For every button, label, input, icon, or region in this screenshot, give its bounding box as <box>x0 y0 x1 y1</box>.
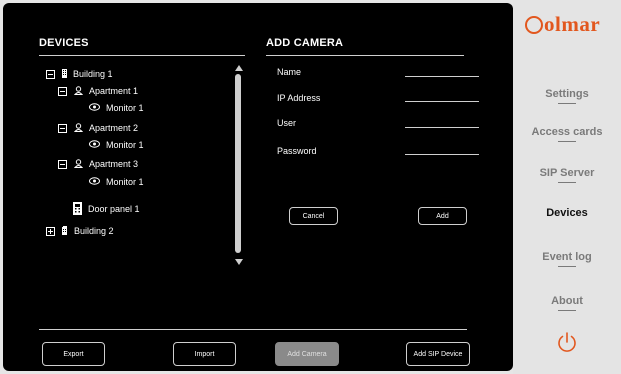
menu-underline <box>558 310 576 311</box>
collapse-icon[interactable] <box>46 69 55 79</box>
name-field[interactable] <box>405 62 479 77</box>
apartment-icon <box>73 158 84 170</box>
password-field[interactable] <box>405 140 479 155</box>
tree-item-monitor-1[interactable]: Monitor 1 <box>89 101 144 115</box>
export-button[interactable]: Export <box>42 342 105 366</box>
menu-underline <box>558 266 576 267</box>
menu-underline <box>558 182 576 183</box>
tree-item-label: Apartment 3 <box>89 159 139 169</box>
add-button[interactable]: Add <box>418 207 467 225</box>
tree-item-apartment-3[interactable]: Apartment 3 <box>58 157 138 171</box>
expand-icon[interactable] <box>46 226 55 236</box>
ip-address-field[interactable] <box>405 87 479 102</box>
add-sip-device-button[interactable]: Add SIP Device <box>406 342 470 366</box>
logo-text: olmar <box>544 11 601 36</box>
tree-item-label: Monitor 1 <box>106 140 144 150</box>
tree-item-label: Door panel 1 <box>88 204 140 214</box>
ip-address-label: IP Address <box>277 93 321 103</box>
menu-item-label: SIP Server <box>539 167 595 179</box>
menu-item-label: Access cards <box>531 126 603 138</box>
menu-item-devices[interactable]: Devices <box>513 207 621 219</box>
menu-item-label: About <box>551 295 583 307</box>
tree-item-label: Building 1 <box>73 69 113 79</box>
tree-item-label: Building 2 <box>74 226 114 236</box>
tree-item-monitor-1[interactable]: Monitor 1 <box>89 175 144 189</box>
main-panel: DEVICES Building 1 Apartment 1 Monitor 1… <box>3 3 513 371</box>
cancel-button[interactable]: Cancel <box>289 207 338 225</box>
add-camera-divider <box>266 55 464 56</box>
tree-item-door-panel-1[interactable]: Door panel 1 <box>73 201 140 217</box>
logo-g-icon <box>525 16 543 34</box>
side-menu: olmar Settings Access cards SIP Server D… <box>513 0 621 374</box>
collapse-icon[interactable] <box>58 159 67 169</box>
apartment-icon <box>73 122 84 134</box>
scroll-up-icon[interactable] <box>235 65 243 71</box>
monitor-icon <box>89 177 100 187</box>
tree-item-label: Monitor 1 <box>106 103 144 113</box>
power-icon[interactable] <box>555 330 579 354</box>
scroll-down-icon[interactable] <box>235 259 243 265</box>
menu-item-access-cards[interactable]: Access cards <box>513 126 621 142</box>
devices-title: DEVICES <box>39 37 89 49</box>
footer-divider <box>39 329 467 330</box>
menu-item-label: Event log <box>542 251 592 263</box>
tree-item-label: Apartment 1 <box>89 86 139 96</box>
building-icon <box>62 225 68 237</box>
tree-item-building-1[interactable]: Building 1 <box>46 67 113 81</box>
tree-item-building-2[interactable]: Building 2 <box>46 224 114 238</box>
tree-item-apartment-1[interactable]: Apartment 1 <box>58 84 138 98</box>
collapse-icon[interactable] <box>58 86 67 96</box>
scroll-thumb[interactable] <box>235 74 241 253</box>
menu-item-sip-server[interactable]: SIP Server <box>513 167 621 183</box>
menu-underline <box>558 141 576 142</box>
door-panel-icon <box>73 201 82 217</box>
tree-scrollbar[interactable] <box>233 65 245 265</box>
password-label: Password <box>277 146 317 156</box>
menu-item-label: Devices <box>546 207 588 219</box>
golmar-logo: olmar <box>525 12 615 36</box>
monitor-icon <box>89 140 100 150</box>
collapse-icon[interactable] <box>58 123 67 133</box>
building-icon <box>62 68 67 80</box>
menu-item-label: Settings <box>545 88 589 100</box>
user-field[interactable] <box>405 113 479 128</box>
add-camera-title: ADD CAMERA <box>266 37 344 49</box>
name-label: Name <box>277 67 302 77</box>
import-button[interactable]: Import <box>173 342 236 366</box>
apartment-icon <box>73 85 84 97</box>
tree-item-label: Monitor 1 <box>106 177 144 187</box>
tree-item-label: Apartment 2 <box>89 123 139 133</box>
user-label: User <box>277 118 297 128</box>
devices-divider <box>39 55 245 56</box>
app-window: DEVICES Building 1 Apartment 1 Monitor 1… <box>0 0 621 374</box>
menu-underline <box>558 103 576 104</box>
add-camera-button[interactable]: Add Camera <box>275 342 339 366</box>
tree-item-monitor-1[interactable]: Monitor 1 <box>89 138 144 152</box>
menu-item-settings[interactable]: Settings <box>513 88 621 104</box>
tree-item-apartment-2[interactable]: Apartment 2 <box>58 121 138 135</box>
monitor-icon <box>89 103 100 113</box>
menu-item-about[interactable]: About <box>513 295 621 311</box>
menu-item-event-log[interactable]: Event log <box>513 251 621 267</box>
